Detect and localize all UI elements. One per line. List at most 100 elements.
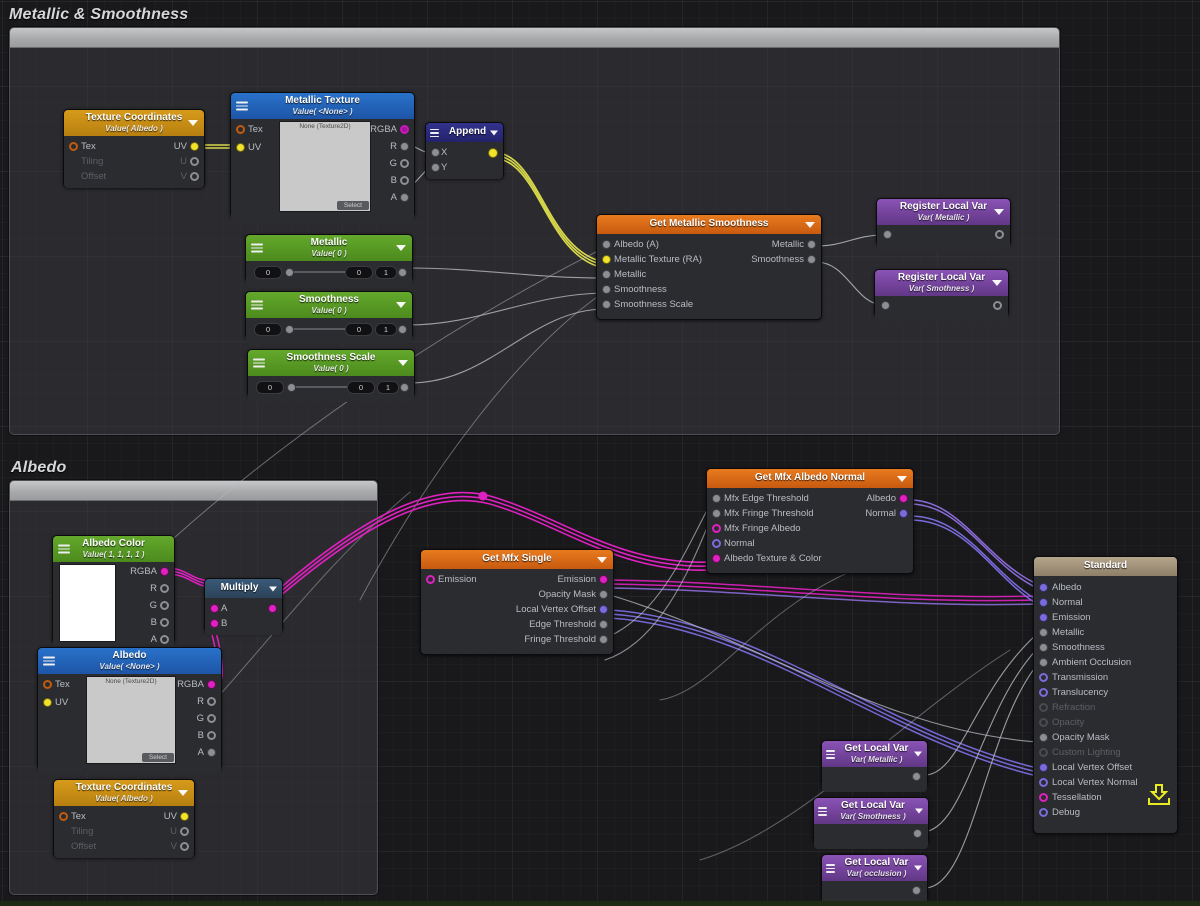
output-port-metallic[interactable] bbox=[807, 240, 816, 249]
chevron-down-icon[interactable] bbox=[914, 752, 922, 757]
output-port-b[interactable] bbox=[160, 618, 169, 627]
node-register-local-var-smoothness[interactable]: Register Local Var Var( Smothness ) bbox=[874, 269, 1009, 317]
input-port-albedo[interactable] bbox=[1039, 583, 1048, 592]
input-port-b[interactable] bbox=[210, 619, 219, 628]
node-get-local-var-smoothness[interactable]: Get Local Var Var( Smothness ) bbox=[813, 797, 929, 844]
output-port-edge-threshold[interactable] bbox=[599, 620, 608, 629]
slider-knob[interactable] bbox=[285, 325, 294, 334]
chevron-down-icon[interactable] bbox=[178, 790, 188, 796]
input-port-metallic-texture-ra[interactable] bbox=[602, 255, 611, 264]
input-port-mfx-edge-threshold[interactable] bbox=[712, 494, 721, 503]
output-port-a[interactable] bbox=[160, 635, 169, 644]
node-metallic-texture[interactable]: Metallic Texture Value( <None> ) Tex UV … bbox=[230, 92, 415, 218]
chevron-down-icon[interactable] bbox=[915, 809, 923, 814]
node-header[interactable]: Multiply bbox=[205, 579, 282, 598]
output-port-var[interactable] bbox=[912, 772, 921, 781]
node-get-mfx-albedo-normal[interactable]: Get Mfx Albedo Normal Mfx Edge Threshold… bbox=[706, 468, 914, 574]
slider-max-input[interactable]: 1 bbox=[375, 266, 397, 279]
input-port-refraction[interactable] bbox=[1039, 703, 1048, 712]
output-port-r[interactable] bbox=[207, 697, 216, 706]
group-bar-metallic-smoothness[interactable] bbox=[10, 28, 1059, 48]
input-port-y[interactable] bbox=[431, 163, 440, 172]
node-smoothness-scale[interactable]: Smoothness Scale Value( 0 ) 0 0 1 bbox=[247, 349, 415, 397]
node-header[interactable]: Get Mfx Single bbox=[421, 550, 613, 569]
node-get-metallic-smoothness[interactable]: Get Metallic Smoothness Albedo (A) Metal… bbox=[596, 214, 822, 320]
input-port-tex[interactable] bbox=[59, 812, 68, 821]
chevron-down-icon[interactable] bbox=[897, 476, 907, 482]
input-port-debug[interactable] bbox=[1039, 808, 1048, 817]
download-icon[interactable] bbox=[1147, 784, 1169, 804]
node-register-local-var-metallic[interactable]: Register Local Var Var( Metallic ) bbox=[876, 198, 1011, 246]
output-port-fringe-threshold[interactable] bbox=[599, 635, 608, 644]
output-port-var[interactable] bbox=[913, 829, 922, 838]
input-port-var[interactable] bbox=[883, 230, 892, 239]
input-port-smoothness-scale[interactable] bbox=[602, 300, 611, 309]
node-metallic[interactable]: Metallic Value( 0 ) 0 0 1 bbox=[245, 234, 413, 282]
output-port-var[interactable] bbox=[993, 301, 1002, 310]
chevron-down-icon[interactable] bbox=[269, 586, 277, 591]
node-header[interactable]: Register Local Var Var( Smothness ) bbox=[875, 270, 1008, 296]
input-port-translucency[interactable] bbox=[1039, 688, 1048, 697]
input-port-normal[interactable] bbox=[1039, 598, 1048, 607]
input-port-tex[interactable] bbox=[236, 125, 245, 134]
slider-track[interactable] bbox=[286, 271, 346, 273]
input-port-mfx-fringe-threshold[interactable] bbox=[712, 509, 721, 518]
input-port-tessellation[interactable] bbox=[1039, 793, 1048, 802]
output-port-g[interactable] bbox=[207, 714, 216, 723]
node-smoothness[interactable]: Smoothness Value( 0 ) 0 0 1 bbox=[245, 291, 413, 339]
node-header[interactable]: Get Local Var Var( Smothness ) bbox=[814, 798, 928, 824]
node-header[interactable]: Get Local Var Var( occlusion ) bbox=[822, 855, 927, 881]
input-port-metallic[interactable] bbox=[602, 270, 611, 279]
slider-value-input[interactable]: 0 bbox=[254, 266, 282, 279]
input-port-var[interactable] bbox=[881, 301, 890, 310]
slider-row[interactable]: 0 0 1 bbox=[246, 321, 412, 336]
slider-knob[interactable] bbox=[287, 383, 296, 392]
output-port-r[interactable] bbox=[160, 584, 169, 593]
input-port-uv[interactable] bbox=[236, 143, 245, 152]
input-port-smoothness[interactable] bbox=[602, 285, 611, 294]
slider-value-input[interactable]: 0 bbox=[254, 323, 282, 336]
node-header[interactable]: Standard bbox=[1034, 557, 1177, 576]
node-append[interactable]: Append X Y bbox=[425, 122, 504, 179]
output-port-opacity-mask[interactable] bbox=[599, 590, 608, 599]
node-header[interactable]: Texture Coordinates Value( Albedo ) bbox=[54, 780, 194, 806]
node-standard-master[interactable]: Standard Albedo Normal Emission Metallic… bbox=[1033, 556, 1178, 834]
chevron-down-icon[interactable] bbox=[396, 245, 406, 251]
output-port-a[interactable] bbox=[400, 193, 409, 202]
output-port-metallic[interactable] bbox=[398, 268, 407, 277]
menu-icon[interactable] bbox=[430, 129, 439, 137]
chevron-down-icon[interactable] bbox=[398, 360, 408, 366]
output-port-g[interactable] bbox=[400, 159, 409, 168]
node-multiply[interactable]: Multiply A B bbox=[204, 578, 283, 633]
input-port-metallic[interactable] bbox=[1039, 628, 1048, 637]
slider-max-input[interactable]: 1 bbox=[375, 323, 397, 336]
output-port-rgba[interactable] bbox=[400, 125, 409, 134]
output-port-emission[interactable] bbox=[599, 575, 608, 584]
node-header[interactable]: Register Local Var Var( Metallic ) bbox=[877, 199, 1010, 225]
node-header[interactable]: Get Mfx Albedo Normal bbox=[707, 469, 913, 488]
node-albedo-color[interactable]: Albedo Color Value( 1, 1, 1, 1 ) RGBA R … bbox=[52, 535, 175, 644]
chevron-down-icon[interactable] bbox=[188, 120, 198, 126]
chevron-down-icon[interactable] bbox=[490, 130, 498, 135]
slider-value-input[interactable]: 0 bbox=[256, 381, 284, 394]
input-port-opacity[interactable] bbox=[1039, 718, 1048, 727]
slider-max-input[interactable]: 1 bbox=[377, 381, 399, 394]
chevron-down-icon[interactable] bbox=[914, 866, 922, 871]
output-port-local-vertex-offset[interactable] bbox=[599, 605, 608, 614]
input-port-custom-lighting[interactable] bbox=[1039, 748, 1048, 757]
input-port-ambient-occlusion[interactable] bbox=[1039, 658, 1048, 667]
node-texture-coordinates-top[interactable]: Texture Coordinates Value( Albedo ) Tex … bbox=[63, 109, 205, 188]
input-port-albedo-a[interactable] bbox=[602, 240, 611, 249]
input-port-normal[interactable] bbox=[712, 539, 721, 548]
node-get-mfx-single[interactable]: Get Mfx Single Emission Emission Opacity… bbox=[420, 549, 614, 655]
output-port-rgba[interactable] bbox=[160, 567, 169, 576]
chevron-down-icon[interactable] bbox=[396, 302, 406, 308]
output-port-append[interactable] bbox=[488, 148, 498, 158]
input-port-a[interactable] bbox=[210, 604, 219, 613]
input-port-mfx-fringe-albedo[interactable] bbox=[712, 524, 721, 533]
input-port-emission[interactable] bbox=[426, 575, 435, 584]
input-port-transmission[interactable] bbox=[1039, 673, 1048, 682]
slider-row[interactable]: 0 0 1 bbox=[248, 379, 414, 394]
node-header[interactable]: Texture Coordinates Value( Albedo ) bbox=[64, 110, 204, 136]
output-port-var[interactable] bbox=[912, 886, 921, 895]
